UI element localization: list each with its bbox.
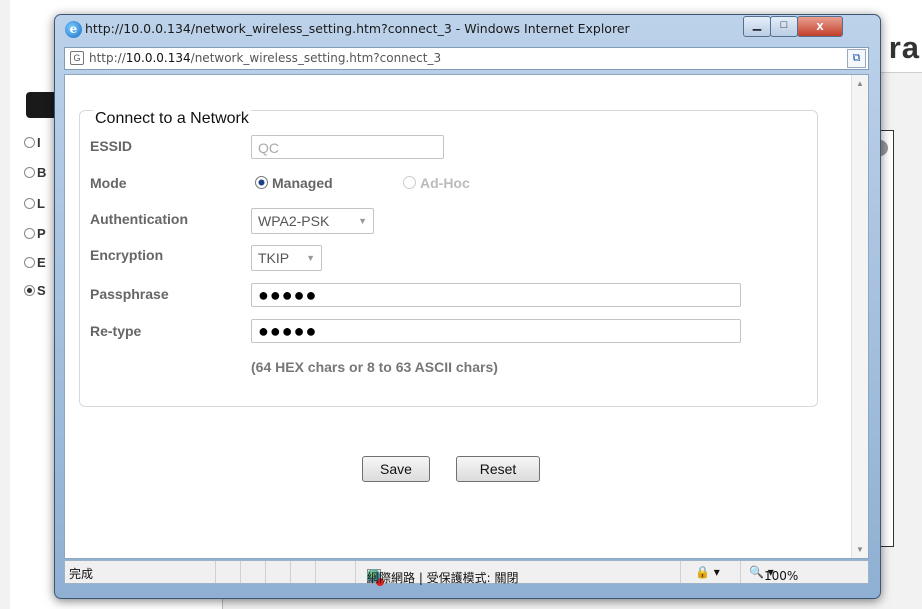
passphrase-input[interactable]: ●●●●● [251, 283, 741, 307]
minimize-button[interactable]: ▁ [743, 16, 771, 37]
status-divider [240, 561, 241, 583]
mode-adhoc-radio[interactable]: Ad-Hoc [403, 175, 470, 191]
radio-selected-icon [255, 176, 268, 189]
retype-label: Re-type [90, 323, 142, 339]
maximize-icon: □ [780, 19, 788, 31]
radio-unselected-icon [403, 176, 416, 189]
protected-mode-icon[interactable]: 🔒 ▾ [695, 565, 720, 579]
status-divider [355, 561, 356, 583]
scroll-down-icon[interactable]: ▼ [856, 545, 864, 554]
page-icon: G [70, 51, 84, 65]
retype-input[interactable]: ●●●●● [251, 319, 741, 343]
compatibility-view-icon[interactable]: ⧉ [847, 49, 866, 68]
status-bar: 完成 網際網路 | 受保護模式: 關閉 🔒 ▾ 🔍 100% ▾ [64, 560, 869, 586]
address-url[interactable]: http://10.0.0.134/network_wireless_setti… [89, 51, 441, 65]
scroll-up-icon[interactable]: ▲ [856, 79, 864, 88]
zone-text: 網際網路 | 受保護模式: 關閉 [367, 571, 519, 585]
authentication-select[interactable]: WPA2-PSK ▼ [251, 208, 374, 234]
minimize-icon: ▁ [752, 19, 762, 31]
status-divider [315, 561, 316, 583]
chevron-down-icon: ▼ [358, 216, 367, 226]
status-divider [215, 561, 216, 583]
address-bar[interactable]: G http://10.0.0.134/network_wireless_set… [64, 47, 869, 70]
background-title: ra [888, 30, 920, 65]
essid-label: ESSID [90, 138, 133, 154]
essid-input[interactable]: QC [251, 135, 444, 159]
save-button[interactable]: Save [362, 456, 430, 482]
maximize-button[interactable]: □ [770, 16, 798, 37]
status-divider [740, 561, 741, 583]
status-divider [680, 561, 681, 583]
ie-logo-icon: e [65, 21, 82, 38]
ie-popup-window: e http://10.0.0.134/network_wireless_set… [54, 14, 881, 599]
authentication-label: Authentication [90, 211, 188, 227]
status-divider [265, 561, 266, 583]
chevron-down-icon: ▼ [306, 253, 315, 263]
close-button[interactable]: x [797, 16, 843, 37]
status-text: 完成 [69, 567, 94, 581]
zoom-control[interactable]: 🔍 100% ▾ [749, 565, 798, 583]
fieldset-legend: Connect to a Network [93, 110, 251, 128]
vertical-scrollbar[interactable]: ▲ ▼ [851, 75, 868, 558]
mode-label: Mode [90, 175, 127, 191]
status-divider [290, 561, 291, 583]
zoom-level: 100% [763, 569, 799, 583]
passphrase-label: Passphrase [90, 286, 169, 302]
window-title: http://10.0.0.134/network_wireless_setti… [85, 21, 630, 36]
reset-button[interactable]: Reset [456, 456, 540, 482]
mode-managed-radio[interactable]: Managed [255, 175, 333, 191]
encryption-label: Encryption [90, 247, 164, 263]
close-icon: x [816, 18, 824, 33]
encryption-select[interactable]: TKIP ▼ [251, 245, 322, 271]
page-content: Connect to a Network ESSID QC Mode Manag… [64, 74, 869, 559]
passphrase-hint: (64 HEX chars or 8 to 63 ASCII chars) [251, 359, 498, 375]
